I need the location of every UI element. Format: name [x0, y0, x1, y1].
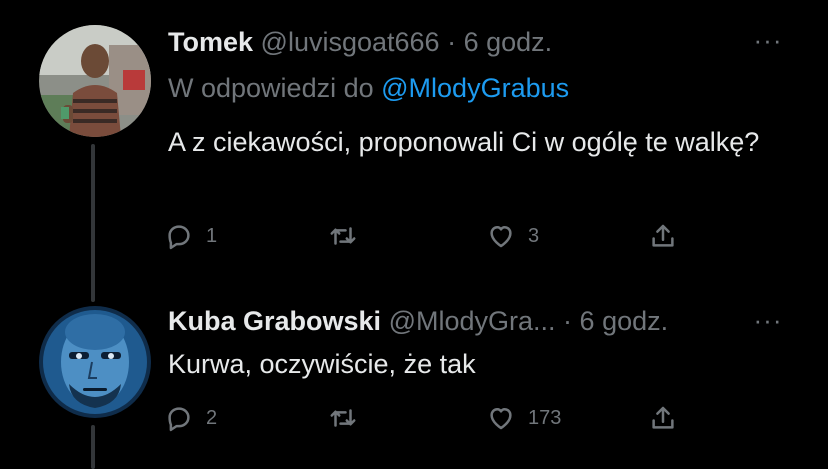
- share-button[interactable]: [648, 216, 678, 256]
- share-icon: [652, 224, 674, 247]
- like-button[interactable]: 3: [486, 216, 539, 256]
- share-button[interactable]: [648, 398, 678, 438]
- reply-button[interactable]: 1: [164, 216, 217, 256]
- tweet[interactable]: Tomek @luvisgoat666 · 6 godz. ··· W odpo…: [0, 0, 828, 302]
- avatar[interactable]: [39, 25, 151, 137]
- username[interactable]: @MlodyGra...: [389, 306, 556, 336]
- timestamp[interactable]: 6 godz.: [580, 306, 669, 336]
- reply-count: 2: [206, 406, 218, 429]
- more-icon[interactable]: ···: [752, 27, 784, 53]
- tweet-header: Tomek @luvisgoat666 · 6 godz.: [168, 25, 552, 59]
- like-icon: [490, 226, 512, 248]
- reply-context: W odpowiedzi do @MlodyGrabus: [168, 71, 569, 105]
- action-bar: 1 3: [160, 216, 720, 256]
- thread-line: [91, 144, 95, 302]
- like-count: 173: [528, 406, 562, 429]
- like-icon: [490, 408, 512, 430]
- more-icon[interactable]: ···: [752, 307, 784, 333]
- retweet-icon: [330, 227, 356, 245]
- display-name[interactable]: Tomek: [168, 27, 253, 57]
- display-name[interactable]: Kuba Grabowski: [168, 306, 381, 336]
- username[interactable]: @luvisgoat666: [261, 27, 440, 57]
- retweet-button[interactable]: [328, 398, 370, 438]
- retweet-button[interactable]: [328, 216, 370, 256]
- like-button[interactable]: 173: [486, 398, 561, 438]
- thread-line: [91, 425, 95, 469]
- reply-button[interactable]: 2: [164, 398, 217, 438]
- avatar[interactable]: [39, 306, 151, 418]
- mention-link[interactable]: @MlodyGrabus: [381, 73, 569, 103]
- share-icon: [652, 406, 674, 429]
- reply-count: 1: [206, 224, 218, 247]
- tweet-text: Kurwa, oczywiście, że tak: [168, 349, 476, 379]
- timestamp[interactable]: 6 godz.: [464, 27, 553, 57]
- dot-separator: ·: [447, 27, 457, 57]
- retweet-icon: [330, 409, 356, 427]
- dot-separator: ·: [563, 306, 573, 336]
- reply-icon: [168, 407, 190, 432]
- tweet-header: Kuba Grabowski @MlodyGra... · 6 godz.: [168, 304, 668, 338]
- tweet-text: A z ciekawości, proponowali Ci w ogólę t…: [168, 127, 760, 157]
- action-bar: 2 173: [160, 398, 720, 438]
- reply-prefix: W odpowiedzi do: [168, 73, 374, 103]
- like-count: 3: [528, 224, 540, 247]
- reply-icon: [168, 225, 190, 250]
